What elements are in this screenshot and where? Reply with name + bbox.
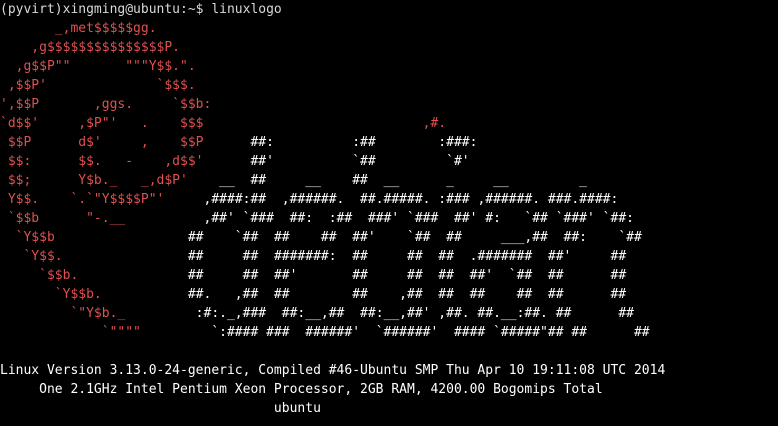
logo-line: `$$b. ## ## ##' ## ## ## ##' `## ## ##	[0, 266, 626, 285]
logo-text-segment: ## ## ##' ## ## ## ##' `## ## ##	[78, 268, 627, 283]
kernel-version-line: Linux Version 3.13.0-24-generic, Compile…	[0, 363, 666, 378]
logo-line: `d$$' ,$P"' . $$$ ,#.	[0, 114, 446, 133]
logo-swirl-segment: `""""	[0, 325, 141, 340]
logo-line: Y$$. `.`"Y$$$$P"' ,####:## ,######. ##.#…	[0, 190, 619, 209]
logo-text-segment: __ ## __ ## __ _ __ _	[187, 173, 588, 188]
logo-line: `"Y$b._ :#:._,### ##:__,## ##:__,##' ,##…	[0, 304, 634, 323]
hardware-info-line: One 2.1GHz Intel Pentium Xeon Processor,…	[0, 382, 603, 397]
logo-swirl-segment: $$: $$. - ,d$$'	[0, 154, 204, 169]
logo-text-segment: ## `## ## ## ##' `## ## ___,## ##: `##	[54, 230, 642, 245]
logo-swirl-segment: Y$$. `.`"Y$$$$P"'	[0, 192, 165, 207]
logo-line: $$: $$. - ,d$$' ##' `## `#'	[0, 152, 470, 171]
logo-line: _,met$$$$$gg.	[0, 19, 157, 38]
logo-swirl-segment: `Y$$.	[0, 249, 63, 264]
logo-swirl-segment: ,g$$P"" """Y$$.".	[0, 59, 196, 74]
logo-line: `Y$$b. ##. ,## ## ## ,## ## ## ## ## ##	[0, 285, 626, 304]
logo-line: `"""" `:#### ### ######' `######' #### `…	[0, 323, 650, 342]
logo-line: ,g$$P"" """Y$$.".	[0, 57, 196, 76]
logo-text-segment: `:#### ### ######' `######' #### `#####"…	[140, 325, 650, 340]
logo-swirl-segment: `$$b.	[0, 268, 79, 283]
logo-swirl-segment: `Y$$b	[0, 230, 55, 245]
logo-text-segment: ##: :## :###:	[203, 135, 478, 150]
logo-text-segment: ,##' `### ##: :## ###' `### ##' #: `## `…	[125, 211, 634, 226]
hostname-line: ubuntu	[0, 401, 321, 416]
logo-swirl-segment: `d$$' ,$P"' . $$$	[0, 116, 204, 131]
logo-swirl-segment: ',$$P ,ggs. `$$b:	[0, 97, 212, 112]
logo-line: ,$$P' `$$$.	[0, 76, 196, 95]
logo-text-segment: :#:._,### ##:__,## ##:__,##' ,##. ##.__:…	[125, 306, 634, 321]
logo-swirl-segment: `$$b "-.__	[0, 211, 126, 226]
logo-text-segment: ,####:## ,######. ##.#####. :### ,######…	[164, 192, 619, 207]
logo-swirl-segment: $$P d$' , $$P	[0, 135, 204, 150]
logo-swirl-segment: ,g$$$$$$$$$$$$$$$P.	[0, 40, 181, 55]
logo-line: `Y$$. ## ## #######: ## ## ## .####### #…	[0, 247, 626, 266]
logo-line: `Y$$b ## `## ## ## ##' `## ## ___,## ##:…	[0, 228, 642, 247]
logo-line: $$P d$' , $$P ##: :## :###:	[0, 133, 478, 152]
logo-text-segment: ,#.	[203, 116, 447, 131]
logo-text-segment: ##. ,## ## ## ,## ## ## ## ## ##	[101, 287, 627, 302]
logo-swirl-segment: `"Y$b._	[0, 306, 126, 321]
terminal-window[interactable]: (pyvirt)xingming@ubuntu:~$ linuxlogo _,m…	[0, 0, 778, 426]
logo-line: `$$b "-.__ ,##' `### ##: :## ###' `### #…	[0, 209, 634, 228]
logo-swirl-segment: _,met$$$$$gg.	[0, 21, 157, 36]
command-prompt: (pyvirt)xingming@ubuntu:~$ linuxlogo	[0, 2, 282, 17]
logo-swirl-segment: ,$$P' `$$$.	[0, 78, 196, 93]
logo-line: ',$$P ,ggs. `$$b:	[0, 95, 211, 114]
logo-text-segment: ## ## #######: ## ## ## .####### ##' ##	[62, 249, 627, 264]
logo-line: $$; Y$b._ _,d$P' __ ## __ ## __ _ __ _	[0, 171, 587, 190]
logo-swirl-segment: $$; Y$b._ _,d$P'	[0, 173, 188, 188]
logo-line: ,g$$$$$$$$$$$$$$$P.	[0, 38, 180, 57]
logo-text-segment: ##' `## `#'	[203, 154, 470, 169]
logo-swirl-segment: `Y$$b.	[0, 287, 102, 302]
